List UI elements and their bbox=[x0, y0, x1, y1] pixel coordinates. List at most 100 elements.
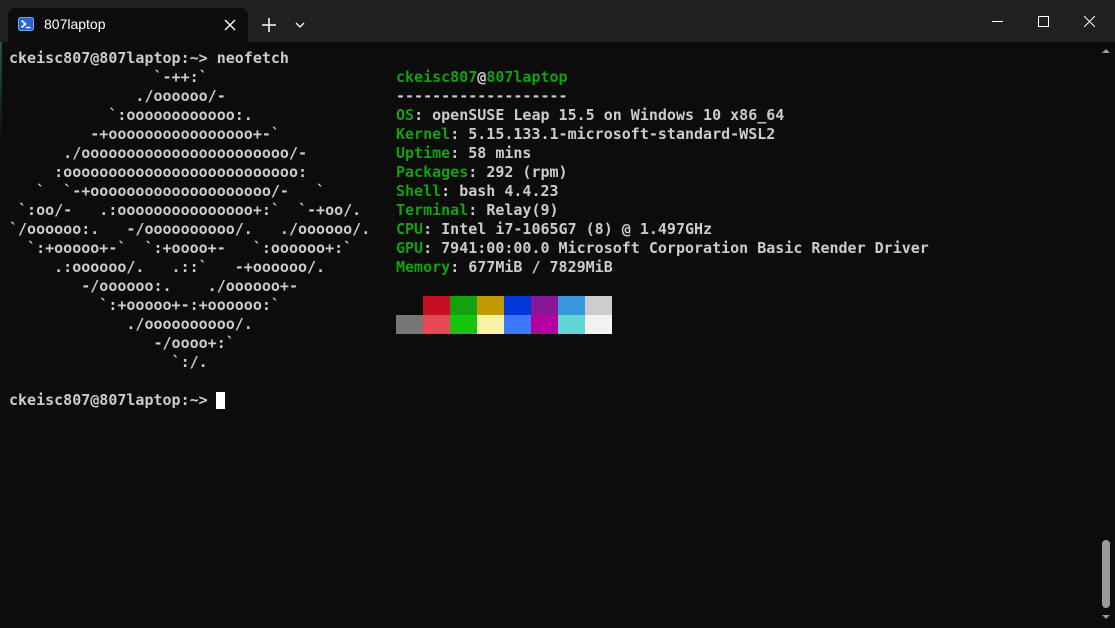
text-cursor bbox=[216, 392, 225, 409]
info-key: GPU bbox=[396, 239, 424, 257]
info-field-gpu: GPU: 7941:00:00.0 Microsoft Corporation … bbox=[396, 239, 956, 258]
logo-line: :oooooooooooooooooooooooooo: bbox=[9, 163, 308, 181]
color-swatch bbox=[585, 315, 612, 334]
logo-line: ` `-+oooooooooooooooooooo/- ` bbox=[9, 182, 326, 200]
color-swatch bbox=[585, 296, 612, 315]
user-host-line: ckeisc807@807laptop bbox=[396, 68, 956, 87]
color-swatch bbox=[423, 315, 450, 334]
info-value: 7941:00:00.0 Microsoft Corporation Basic… bbox=[441, 239, 929, 257]
logo-line: ./oooooooooo/. bbox=[9, 315, 253, 333]
color-swatch bbox=[558, 315, 585, 334]
info-key: Terminal bbox=[396, 201, 469, 219]
logo-line: .:oooooo/. .::` -+oooooo/. bbox=[9, 258, 326, 276]
powershell-icon bbox=[18, 17, 34, 31]
color-swatch bbox=[477, 315, 504, 334]
color-swatch bbox=[504, 296, 531, 315]
separator-line: ------------------- bbox=[396, 87, 568, 105]
info-key: Kernel bbox=[396, 125, 451, 143]
terminal-window: 807laptop ckeisc807@807laptop:~> neofetc… bbox=[0, 0, 1115, 628]
command-line[interactable]: ckeisc807@807laptop:~> neofetch bbox=[9, 49, 289, 68]
info-key: Uptime bbox=[396, 144, 451, 162]
color-swatch bbox=[450, 315, 477, 334]
info-value: bash 4.4.23 bbox=[459, 182, 559, 200]
close-icon[interactable] bbox=[222, 17, 238, 33]
info-field-kernel: Kernel: 5.15.133.1-microsoft-standard-WS… bbox=[396, 125, 956, 144]
chevron-down-icon[interactable] bbox=[290, 14, 310, 36]
logo-line: -/oooooo:. ./oooooo+- bbox=[9, 277, 298, 295]
info-colon: : bbox=[468, 201, 487, 219]
minimize-icon bbox=[992, 21, 1003, 22]
logo-line: ./ooooooooooooooooooooooo/- bbox=[9, 144, 308, 162]
close-window-button[interactable] bbox=[1066, 0, 1112, 42]
info-field-memory: Memory: 677MiB / 7829MiB bbox=[396, 258, 956, 277]
logo-line: `:/. bbox=[9, 353, 208, 371]
maximize-button[interactable] bbox=[1020, 0, 1066, 42]
title-bar: 807laptop bbox=[0, 0, 1115, 42]
color-swatch bbox=[477, 296, 504, 315]
plus-icon[interactable] bbox=[258, 14, 280, 36]
logo-line: `:+ooooo+-` `:+oooo+- `:oooooo+:` bbox=[9, 239, 353, 257]
logo-line: `-++:` bbox=[9, 68, 208, 86]
command-line[interactable]: ckeisc807@807laptop:~> bbox=[9, 391, 208, 410]
logo-line: -/oooo+:` bbox=[9, 334, 235, 352]
scrollbar-thumb[interactable] bbox=[1102, 540, 1110, 608]
color-swatch bbox=[531, 315, 558, 334]
info-fields: OS: openSUSE Leap 15.5 on Windows 10 x86… bbox=[396, 106, 956, 277]
info-key: Shell bbox=[396, 182, 442, 200]
prompt-text: ckeisc807@807laptop:~> bbox=[9, 49, 208, 67]
scroll-down-arrow-icon[interactable] bbox=[1101, 612, 1111, 622]
color-palette bbox=[396, 296, 612, 334]
system-info: ckeisc807@807laptop ------------------- … bbox=[396, 68, 956, 277]
color-swatch bbox=[504, 315, 531, 334]
info-value: openSUSE Leap 15.5 on Windows 10 x86_64 bbox=[432, 106, 785, 124]
info-value: 5.15.133.1-microsoft-standard-WSL2 bbox=[468, 125, 776, 143]
info-value: 58 mins bbox=[468, 144, 532, 162]
ascii-logo: `-++:` ./oooooo/- `:oooooooooooo:. -+ooo… bbox=[9, 68, 379, 372]
info-field-cpu: CPU: Intel i7-1065G7 (8) @ 1.497GHz bbox=[396, 220, 956, 239]
maximize-icon bbox=[1038, 16, 1049, 27]
color-swatch bbox=[450, 296, 477, 315]
info-colon: : bbox=[423, 239, 442, 257]
color-swatch bbox=[396, 296, 423, 315]
info-value: Intel i7-1065G7 (8) @ 1.497GHz bbox=[441, 220, 713, 238]
info-key: CPU bbox=[396, 220, 424, 238]
command-text: neofetch bbox=[207, 49, 289, 67]
color-swatch bbox=[396, 315, 423, 334]
username: ckeisc807 bbox=[396, 68, 478, 86]
info-colon: : bbox=[450, 125, 469, 143]
info-field-os: OS: openSUSE Leap 15.5 on Windows 10 x86… bbox=[396, 106, 956, 125]
color-swatch bbox=[423, 296, 450, 315]
tab-title: 807laptop bbox=[44, 16, 106, 32]
logo-line: `/oooooo:. -/oooooooooo/. ./oooooo/. bbox=[9, 220, 371, 238]
info-colon: : bbox=[441, 182, 460, 200]
info-field-uptime: Uptime: 58 mins bbox=[396, 144, 956, 163]
info-colon: : bbox=[468, 163, 487, 181]
close-icon bbox=[1084, 16, 1095, 27]
info-field-terminal: Terminal: Relay(9) bbox=[396, 201, 956, 220]
logo-line: -+oooooooooooooooo+-` bbox=[9, 125, 280, 143]
minimize-button[interactable] bbox=[974, 0, 1020, 42]
logo-line: `:oo/- .:ooooooooooooooo+:` `-+oo/. bbox=[9, 201, 362, 219]
color-swatch bbox=[531, 296, 558, 315]
info-colon: : bbox=[450, 144, 469, 162]
info-key: OS bbox=[396, 106, 415, 124]
prompt-text: ckeisc807@807laptop:~> bbox=[9, 391, 208, 409]
logo-line: `:oooooooooooo:. bbox=[9, 106, 253, 124]
info-field-packages: Packages: 292 (rpm) bbox=[396, 163, 956, 182]
hostname: 807laptop bbox=[486, 68, 568, 86]
at-sign: @ bbox=[477, 68, 487, 86]
logo-line: ./oooooo/- bbox=[9, 87, 226, 105]
scroll-up-arrow-icon[interactable] bbox=[1101, 46, 1111, 56]
info-value: Relay(9) bbox=[486, 201, 559, 219]
color-swatch bbox=[558, 296, 585, 315]
tab-807laptop[interactable]: 807laptop bbox=[8, 8, 248, 42]
info-key: Memory bbox=[396, 258, 451, 276]
info-key: Packages bbox=[396, 163, 469, 181]
window-edge bbox=[0, 42, 2, 142]
info-colon: : bbox=[450, 258, 469, 276]
info-colon: : bbox=[423, 220, 442, 238]
info-value: 292 (rpm) bbox=[486, 163, 568, 181]
info-colon: : bbox=[414, 106, 433, 124]
info-value: 677MiB / 7829MiB bbox=[468, 258, 613, 276]
logo-line: `:+ooooo+-:+oooooo:` bbox=[9, 296, 280, 314]
